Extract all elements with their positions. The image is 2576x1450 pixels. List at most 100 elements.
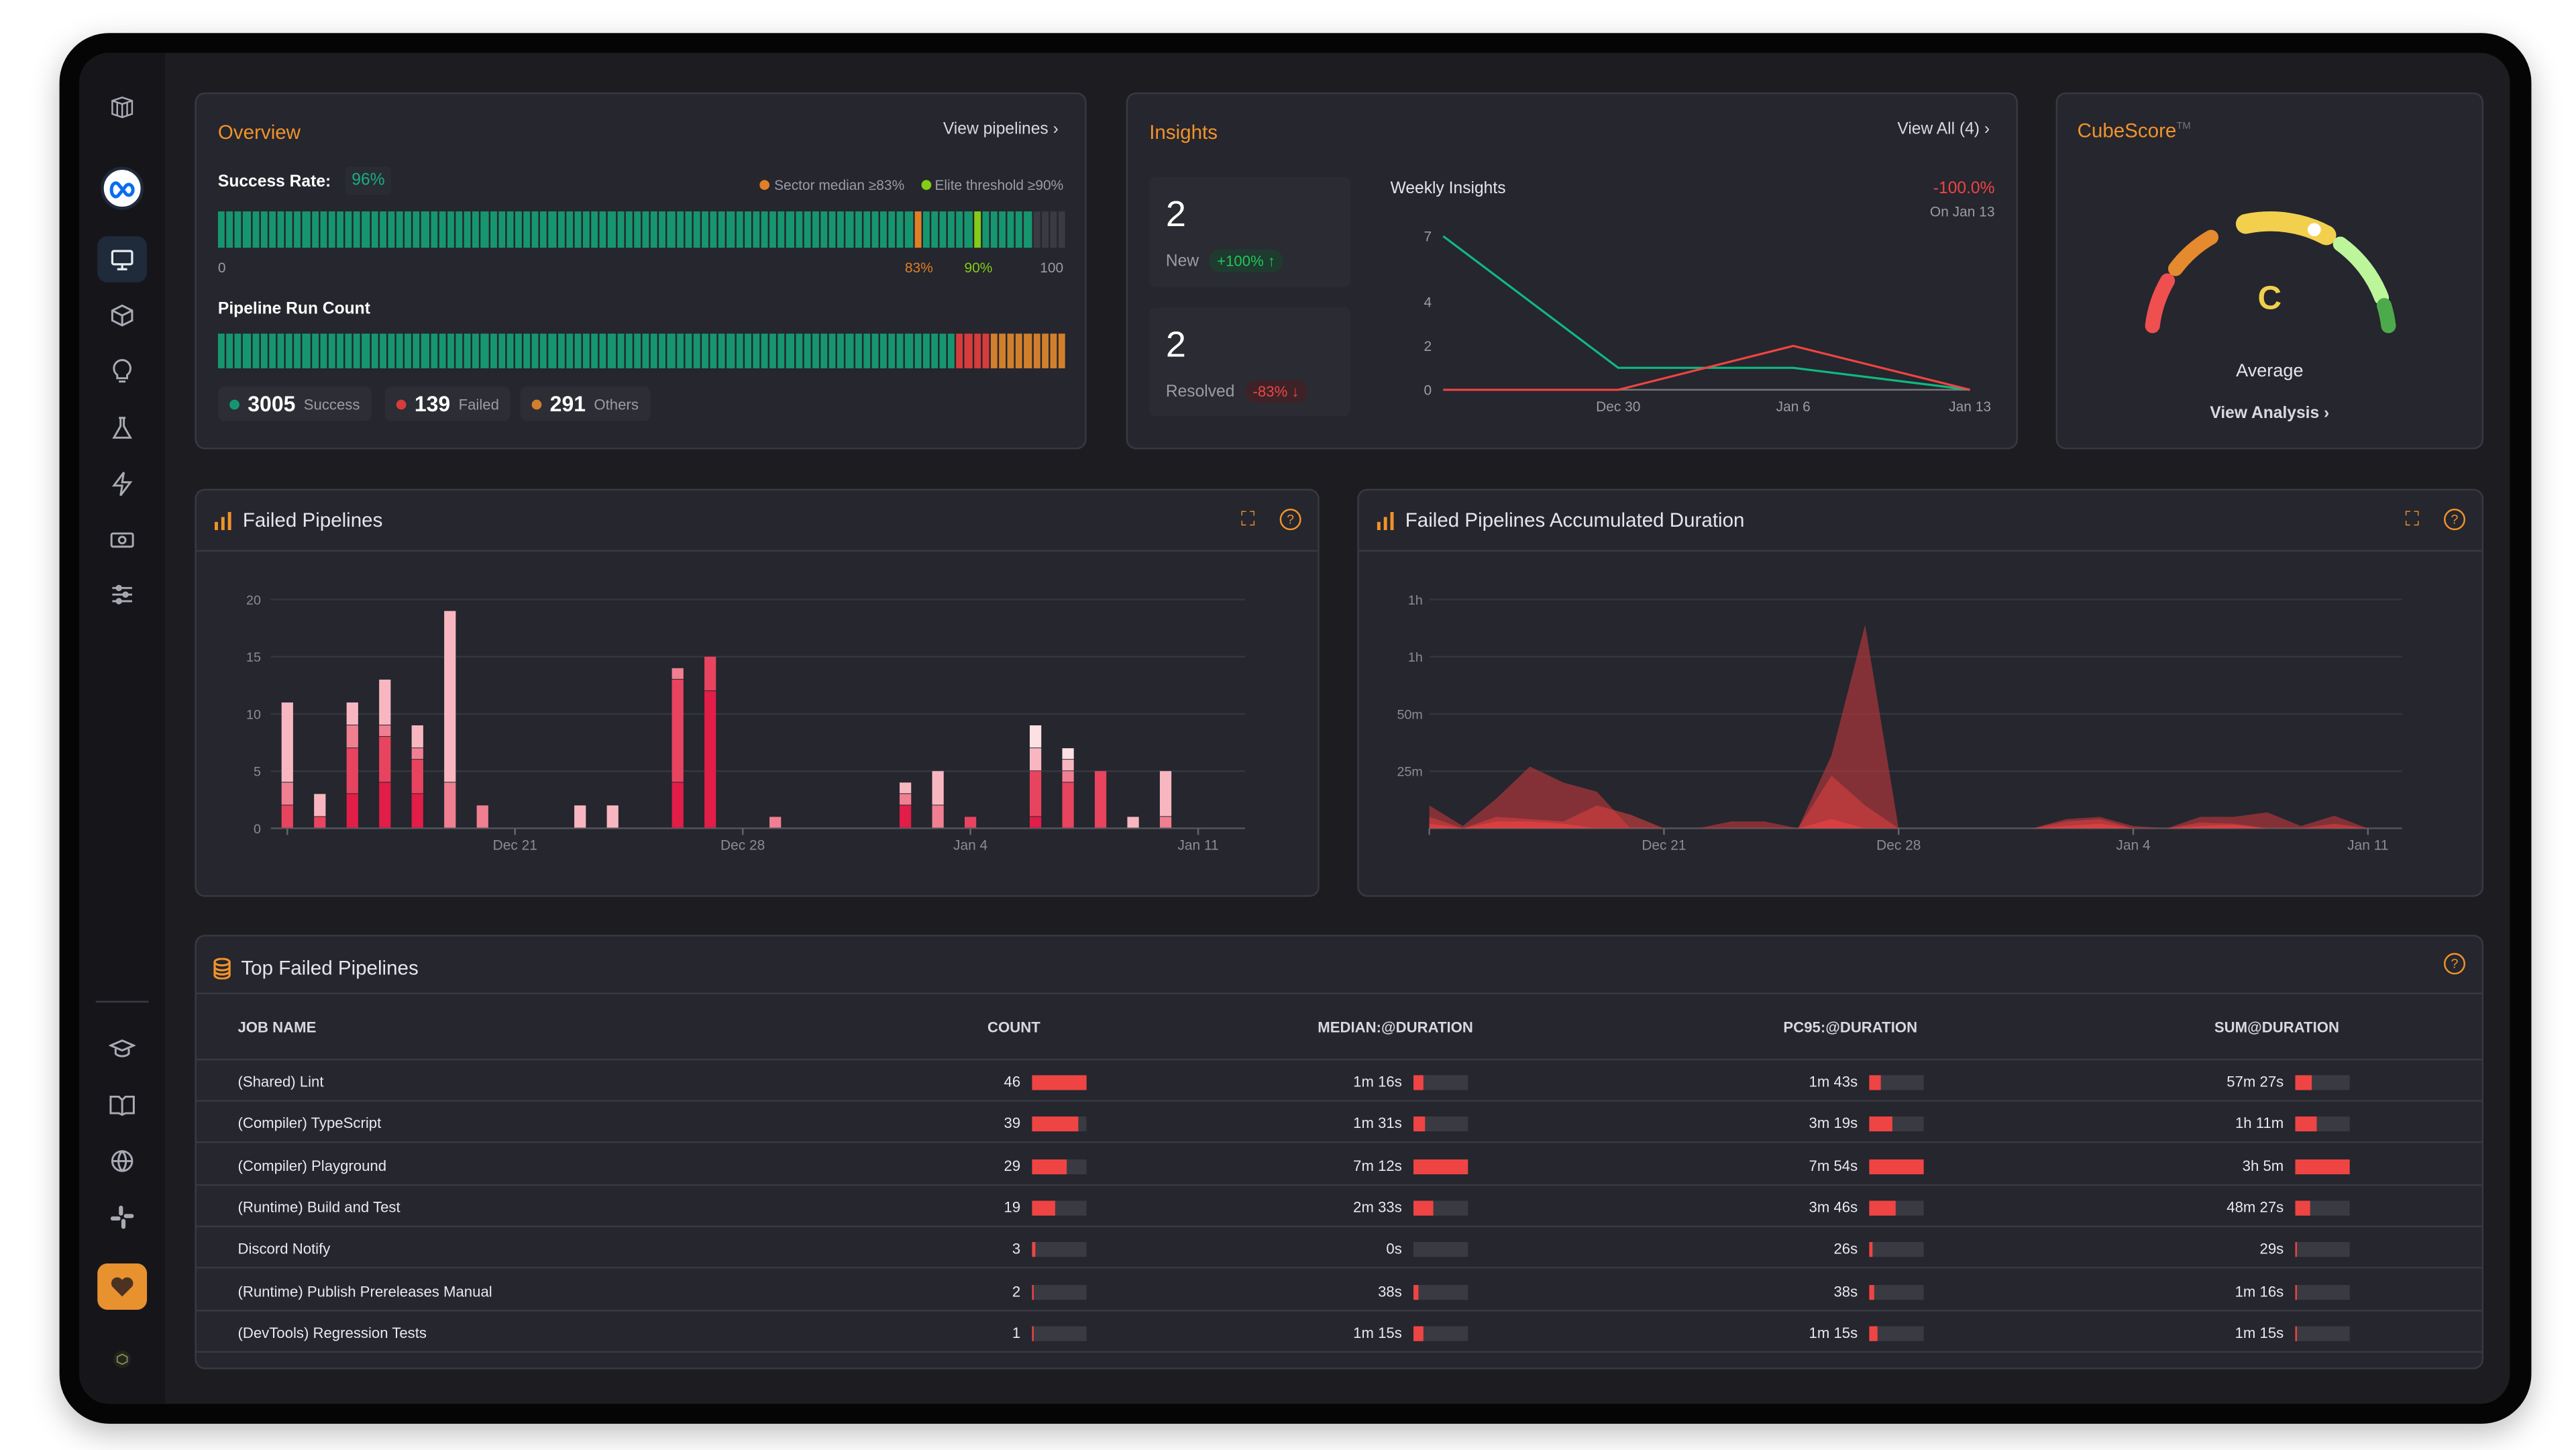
success-dot-icon <box>229 399 239 409</box>
success-segment <box>778 211 785 248</box>
bar-segment-jan-6 <box>1030 817 1041 827</box>
success-segment <box>481 211 488 248</box>
col-median-duration[interactable]: MEDIAN:@DURATION <box>1318 1019 1473 1036</box>
success-segment <box>643 211 649 248</box>
help-icon[interactable]: ? <box>2444 953 2465 974</box>
run-segment <box>820 333 827 368</box>
top-failed-title: Top Failed Pipelines <box>241 956 418 979</box>
bar-segment-jan-7 <box>1062 760 1073 770</box>
lightning-icon[interactable] <box>97 461 147 507</box>
run-count-bar <box>218 333 1065 368</box>
col-pc95-duration[interactable]: PC95:@DURATION <box>1783 1019 1917 1036</box>
run-segment <box>430 333 437 368</box>
view-analysis-link[interactable]: View Analysis › <box>2057 405 2482 423</box>
run-segment <box>676 333 683 368</box>
run-segment <box>990 333 997 368</box>
sum-value: 1m 15s <box>2151 1325 2284 1341</box>
y-tick-label: 50m <box>1397 707 1423 722</box>
legend-elite: Elite threshold ≥90% <box>921 176 1063 193</box>
job-name: (Runtime) Publish Prereleases Manual <box>237 1282 492 1299</box>
sum-bar <box>2295 1243 2349 1257</box>
count-value: 2 <box>888 1282 1020 1299</box>
bar-segment-dec-14 <box>282 805 293 827</box>
table-row[interactable]: Discord Notify30s26s29s <box>197 1227 2482 1269</box>
heart-icon[interactable] <box>97 1263 147 1310</box>
success-segment <box>473 211 480 248</box>
run-segment <box>490 333 496 368</box>
sliders-icon[interactable] <box>97 572 147 618</box>
success-segment <box>676 211 683 248</box>
count-bar-fill <box>1032 1326 1033 1341</box>
lightbulb-icon[interactable] <box>97 348 147 395</box>
bar-segment-jan-10 <box>1160 771 1171 816</box>
success-segment <box>1033 211 1040 248</box>
run-segment <box>523 333 530 368</box>
bar-segment-dec-29 <box>769 817 781 827</box>
cubescore-grade: C <box>2057 280 2482 319</box>
bar-segment-dec-19 <box>444 782 455 827</box>
globe-icon[interactable] <box>97 1138 147 1184</box>
table-row[interactable]: (Compiler) Playground297m 12s7m 54s3h 5m <box>197 1144 2482 1186</box>
success-segment <box>1041 211 1048 248</box>
flask-icon[interactable] <box>97 405 147 451</box>
pc95-bar <box>1869 1159 1923 1174</box>
cube-small-icon[interactable] <box>97 1336 147 1382</box>
money-icon[interactable] <box>97 517 147 563</box>
sum-value: 1h 11m <box>2151 1115 2284 1132</box>
table-row[interactable]: (Shared) Lint461m 16s1m 43s57m 27s <box>197 1060 2482 1102</box>
run-segment <box>464 333 471 368</box>
pc95-bar-fill <box>1869 1117 1892 1132</box>
success-segment <box>328 211 335 248</box>
run-segment <box>1008 333 1014 368</box>
run-segment <box>396 333 403 368</box>
success-segment <box>218 211 225 248</box>
table-row[interactable]: (Compiler) TypeScript391m 31s3m 19s1h 11… <box>197 1102 2482 1144</box>
count-bar <box>1032 1117 1086 1132</box>
meta-logo-icon[interactable] <box>97 165 147 211</box>
count-bar-fill <box>1032 1243 1035 1257</box>
bar-segment-dec-17 <box>379 782 390 827</box>
run-segment <box>651 333 657 368</box>
success-segment <box>634 211 641 248</box>
median-value: 1m 15s <box>1270 1325 1402 1341</box>
bar-segment-dec-18 <box>412 760 423 793</box>
run-segment <box>710 333 717 368</box>
col-count[interactable]: COUNT <box>987 1019 1040 1036</box>
count-bar-fill <box>1032 1200 1054 1215</box>
run-segment <box>718 333 725 368</box>
run-segment <box>787 333 794 368</box>
cube-logo-icon[interactable] <box>97 85 147 131</box>
success-segment <box>320 211 327 248</box>
median-dot-icon <box>760 180 770 190</box>
bar-segment-jan-6 <box>1030 725 1041 747</box>
table-row[interactable]: (DevTools) Regression Tests11m 15s1m 15s… <box>197 1311 2482 1353</box>
monitor-icon[interactable] <box>97 236 147 282</box>
others-count: 291 <box>550 391 586 416</box>
bar-segment-dec-27 <box>704 657 716 690</box>
bar-segment-dec-16 <box>347 794 358 827</box>
sum-value: 57m 27s <box>2151 1074 2284 1090</box>
graduation-cap-icon[interactable] <box>97 1026 147 1072</box>
run-segment <box>1024 333 1031 368</box>
run-segment <box>371 333 378 368</box>
run-segment <box>855 333 861 368</box>
median-bar-fill <box>1413 1200 1432 1215</box>
success-segment <box>982 211 989 248</box>
table-row[interactable]: (Runtime) Publish Prereleases Manual238s… <box>197 1270 2482 1311</box>
chevron-right-icon: › <box>1053 121 1059 139</box>
row-divider <box>197 1309 2482 1310</box>
box-icon[interactable] <box>97 293 147 339</box>
view-pipelines-link[interactable]: View pipelines › <box>943 121 1059 139</box>
x-tick-label: Dec 21 <box>493 837 537 853</box>
book-icon[interactable] <box>97 1082 147 1128</box>
table-row[interactable]: (Runtime) Build and Test192m 33s3m 46s48… <box>197 1186 2482 1227</box>
run-segment <box>769 333 776 368</box>
run-segment <box>846 333 853 368</box>
slack-icon[interactable] <box>97 1194 147 1241</box>
col-job-name[interactable]: JOB NAME <box>237 1019 316 1036</box>
col-sum-duration[interactable]: SUM@DURATION <box>2214 1019 2339 1036</box>
legend-median-text: Sector median ≥83% <box>774 176 904 193</box>
run-segment <box>260 333 267 368</box>
weekly-insights-chart: 0247Dec 30Jan 6Jan 13 <box>1128 94 2019 451</box>
success-segment <box>804 211 810 248</box>
